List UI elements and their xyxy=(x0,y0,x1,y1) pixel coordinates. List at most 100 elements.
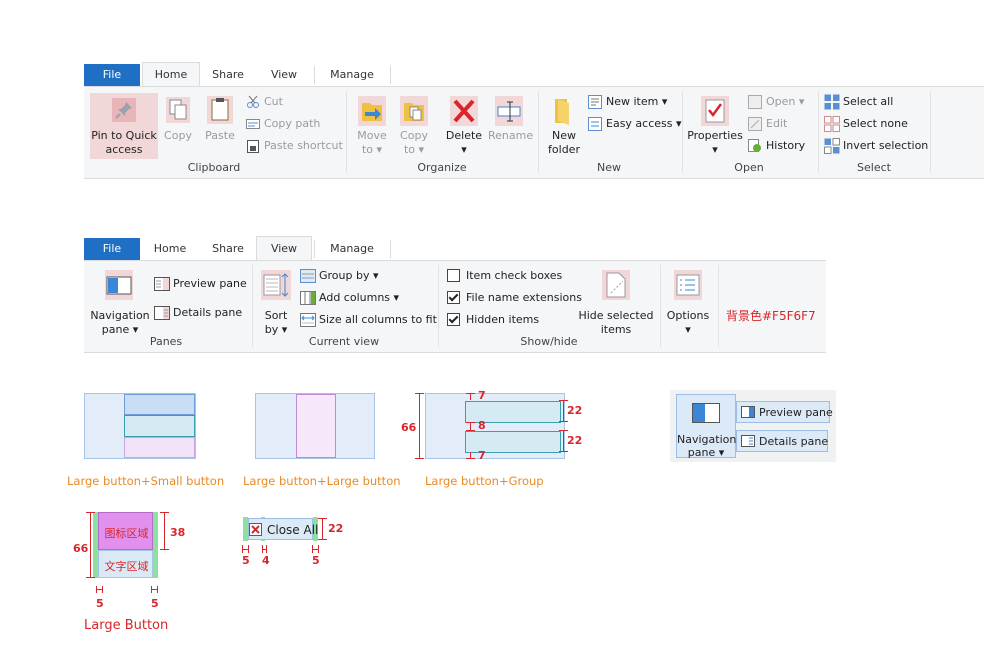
rename-button[interactable]: Rename xyxy=(488,93,534,159)
select-all-button[interactable]: Select all xyxy=(822,93,922,111)
size-all-columns-label: Size all columns to fit xyxy=(319,313,437,326)
tab-manage[interactable]: Manage xyxy=(316,238,388,260)
copy-button[interactable]: Copy xyxy=(160,93,196,153)
paste-shortcut-icon xyxy=(247,140,259,153)
invert-selection-button[interactable]: Invert selection xyxy=(822,137,928,155)
preview-pane-icon xyxy=(154,277,170,291)
details-pane-button[interactable]: Details pane xyxy=(152,304,244,322)
large-button-dim-5-left: 5 xyxy=(96,597,104,610)
tab-home[interactable]: Home xyxy=(142,62,200,87)
delete-x-icon xyxy=(450,96,478,126)
details-pane-icon xyxy=(154,306,170,320)
small-button-slot-2 xyxy=(124,415,195,437)
small-button-slot-3 xyxy=(124,437,195,458)
move-to-button[interactable]: Move to ▾ xyxy=(352,93,392,159)
close-icon xyxy=(249,523,262,536)
open-icon xyxy=(748,95,762,109)
copy-path-button[interactable]: Copy path xyxy=(244,115,344,133)
edit-button[interactable]: Edit xyxy=(746,115,816,133)
preview-pane-icon xyxy=(741,406,755,418)
new-folder-button[interactable]: New folder xyxy=(542,93,586,159)
close-all-button[interactable]: Close All xyxy=(248,518,318,540)
properties-dropdown-arrow[interactable]: ▾ xyxy=(686,143,744,156)
preview-pane-button[interactable]: Preview pane xyxy=(152,275,247,293)
pin-to-quick-access-button[interactable]: Pin to Quick access xyxy=(90,93,158,159)
rename-label: Rename xyxy=(488,129,534,142)
copy-to-icon xyxy=(400,96,428,126)
new-item-icon xyxy=(588,95,602,109)
sort-by-icon xyxy=(261,270,291,300)
group-by-button[interactable]: Group by ▾ xyxy=(298,267,398,285)
navigation-pane-icon xyxy=(692,403,720,423)
sort-by-button[interactable]: Sort by ▾ xyxy=(256,267,296,336)
hidden-items-checkbox[interactable] xyxy=(447,313,460,326)
cut-button[interactable]: Cut xyxy=(244,93,344,111)
file-name-extensions-checkbox[interactable] xyxy=(447,291,460,304)
icon-area-label: 图标区域 xyxy=(104,527,149,540)
file-name-extensions-option[interactable]: File name extensions xyxy=(444,289,582,307)
navigation-pane-icon xyxy=(105,270,133,300)
dim-8-gap: 8 xyxy=(478,419,486,432)
easy-access-button[interactable]: Easy access ▾ xyxy=(586,115,682,133)
options-button[interactable]: Options ▾ xyxy=(664,267,712,336)
tab-home[interactable]: Home xyxy=(142,238,198,260)
view-ribbon: File Home Share View Manage Navigation p… xyxy=(84,236,826,353)
close-all-dim-5-left: 5 xyxy=(242,554,250,567)
item-check-boxes-option[interactable]: Item check boxes xyxy=(444,267,574,285)
paste-shortcut-label: Paste shortcut xyxy=(264,139,343,152)
new-item-button[interactable]: New item ▾ xyxy=(586,93,676,111)
large-button-dim-38: 38 xyxy=(170,526,186,539)
size-columns-icon xyxy=(300,313,316,327)
tab-file[interactable]: File xyxy=(84,64,140,86)
paste-button[interactable]: Paste xyxy=(202,93,238,153)
sample-preview-pane-button[interactable]: Preview pane xyxy=(736,401,833,423)
large-button-icon-area: 图标区域 xyxy=(98,512,153,550)
tab-manage[interactable]: Manage xyxy=(316,64,388,86)
tab-view[interactable]: View xyxy=(256,64,312,86)
cut-label: Cut xyxy=(264,95,283,108)
hide-selected-items-button[interactable]: Hide selected items xyxy=(578,267,654,336)
delete-dropdown-arrow[interactable]: ▾ xyxy=(444,143,484,156)
preview-pane-label: Preview pane xyxy=(173,277,247,290)
clipboard-group-label: Clipboard xyxy=(187,161,241,174)
organize-group-label: Organize xyxy=(417,161,467,174)
invert-selection-icon xyxy=(824,138,840,154)
select-none-label: Select none xyxy=(843,117,908,130)
options-icon xyxy=(674,270,702,300)
open-button[interactable]: Open ▾ xyxy=(746,93,816,111)
history-button[interactable]: History xyxy=(746,137,816,155)
close-all-dim-5-right: 5 xyxy=(312,554,320,567)
select-none-button[interactable]: Select none xyxy=(822,115,922,133)
rename-icon xyxy=(495,96,523,126)
new-folder-label: New xyxy=(552,129,576,142)
hidden-items-option[interactable]: Hidden items xyxy=(444,311,574,329)
add-columns-button[interactable]: Add columns ▾ xyxy=(298,289,400,307)
paste-label: Paste xyxy=(205,129,235,142)
tab-share[interactable]: Share xyxy=(200,64,256,86)
group-by-label: Group by ▾ xyxy=(319,269,379,282)
history-icon xyxy=(748,139,761,152)
sample-nav-label-2: pane ▾ xyxy=(687,446,725,459)
details-pane-label: Details pane xyxy=(173,306,243,319)
paste-shortcut-button[interactable]: Paste shortcut xyxy=(244,137,344,155)
properties-button[interactable]: Properties ▾ xyxy=(686,93,744,159)
add-columns-label: Add columns ▾ xyxy=(319,291,400,304)
details-pane-icon xyxy=(741,435,755,447)
delete-button[interactable]: Delete ▾ xyxy=(444,93,484,159)
pin-label: Pin to Quick xyxy=(91,129,157,142)
options-dropdown-arrow[interactable]: ▾ xyxy=(664,323,712,336)
home-ribbon: File Home Share View Manage Pin to Quick… xyxy=(84,62,984,179)
tab-share[interactable]: Share xyxy=(200,238,256,260)
copy-to-button[interactable]: Copy to ▾ xyxy=(394,93,434,159)
new-item-label: New item ▾ xyxy=(606,95,668,108)
size-all-columns-button[interactable]: Size all columns to fit xyxy=(298,311,437,329)
group-by-icon xyxy=(300,269,316,283)
background-color-note: 背景色#F5F6F7 xyxy=(726,309,816,323)
sample-details-pane-button[interactable]: Details pane xyxy=(736,430,828,452)
sample-preview-label: Preview pane xyxy=(759,406,833,419)
tab-file[interactable]: File xyxy=(84,238,140,260)
tab-view[interactable]: View xyxy=(256,236,312,261)
item-check-boxes-checkbox[interactable] xyxy=(447,269,460,282)
navigation-pane-button[interactable]: Navigation pane ▾ xyxy=(90,267,150,336)
sample-navigation-pane-button[interactable]: Navigation pane ▾ xyxy=(676,394,736,459)
